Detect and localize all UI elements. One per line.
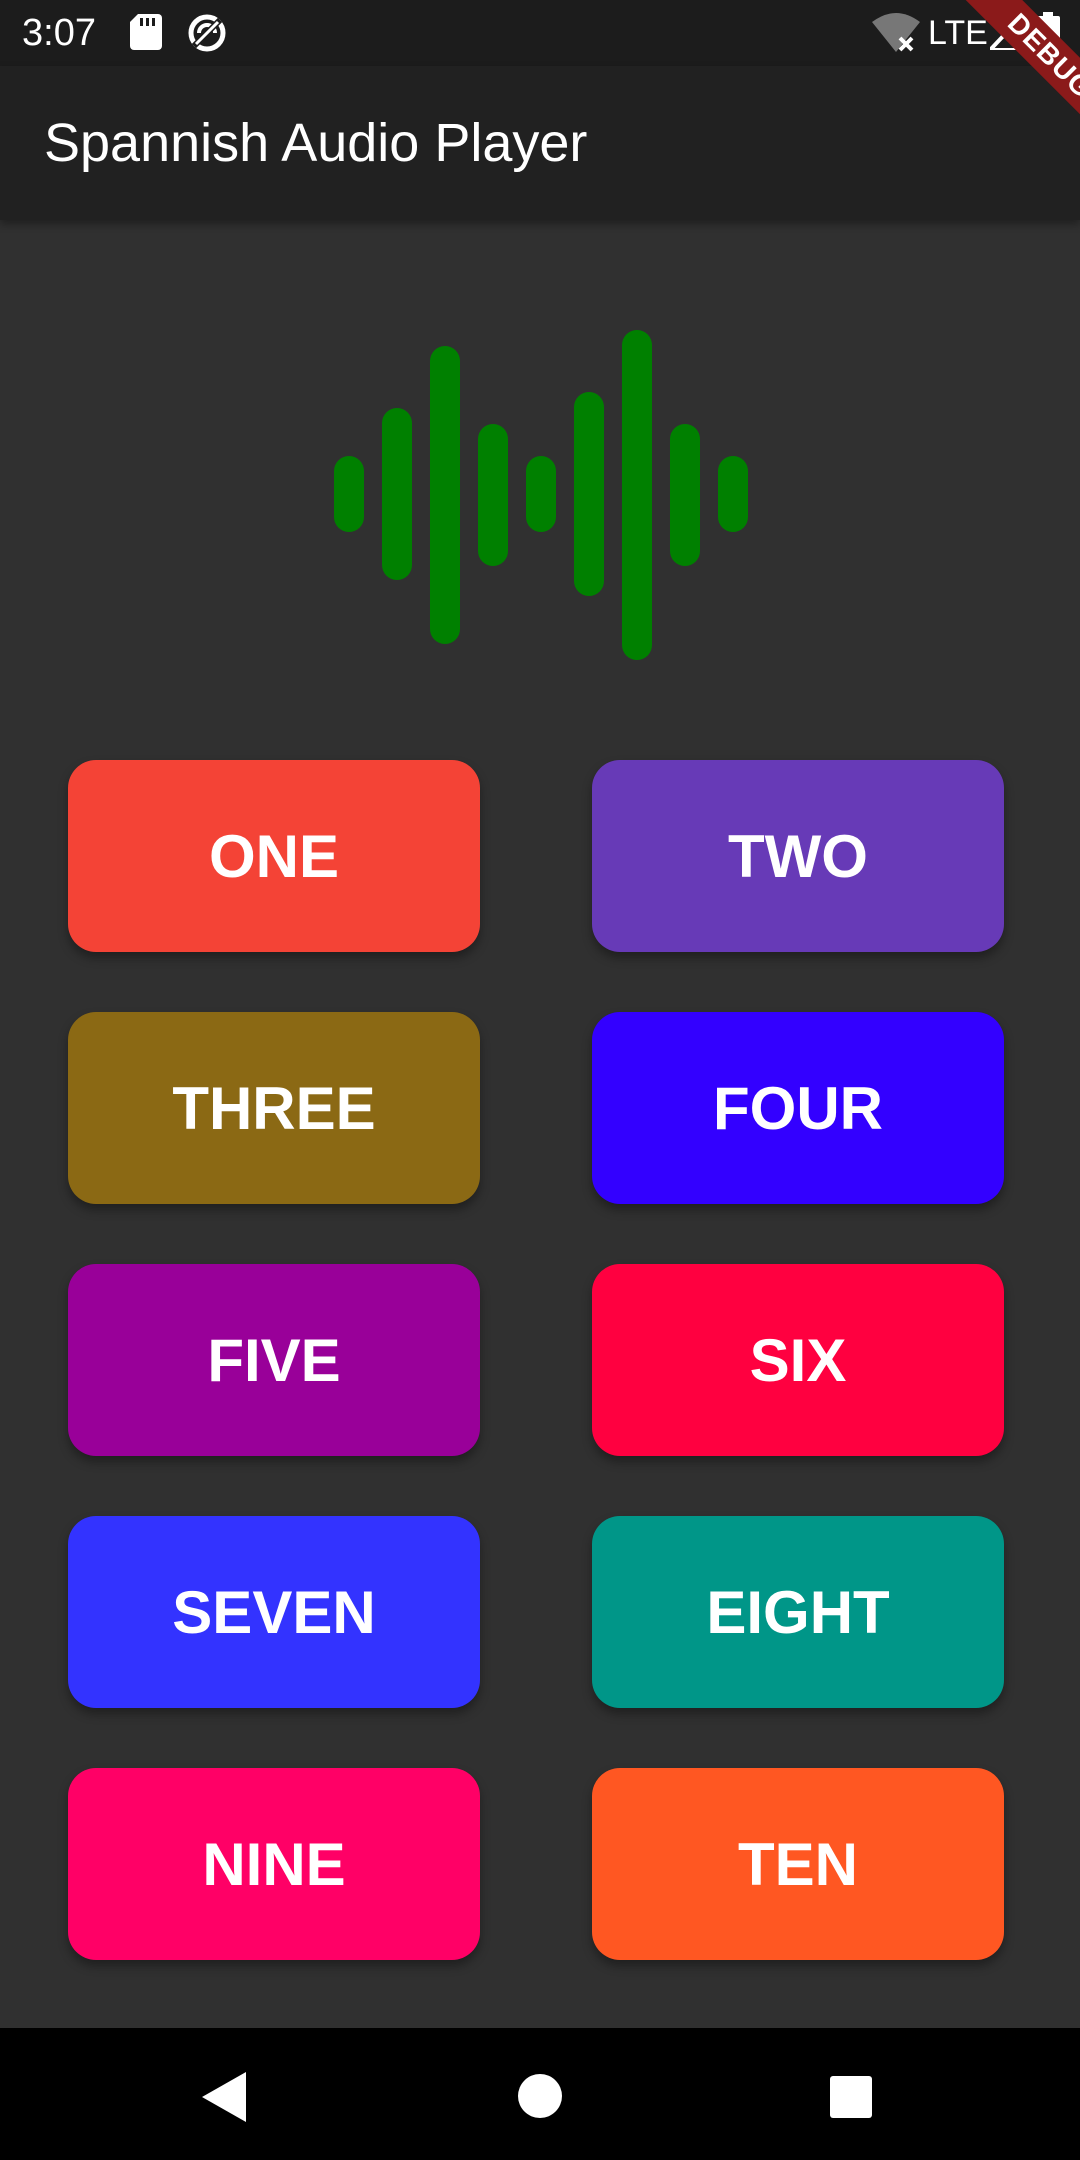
navigation-bar <box>0 2028 1080 2160</box>
wifi-icon <box>872 13 920 52</box>
sync-icon <box>188 14 226 52</box>
waveform-icon <box>334 330 748 660</box>
battery-icon <box>1036 12 1060 52</box>
app-bar: Spannish Audio Player <box>0 66 1080 220</box>
button-eight[interactable]: EIGHT <box>592 1516 1004 1708</box>
sd-card-icon <box>130 14 162 50</box>
button-four[interactable]: FOUR <box>592 1012 1004 1204</box>
home-icon[interactable] <box>518 2074 562 2118</box>
back-icon[interactable] <box>202 2072 246 2122</box>
network-type: LTE <box>928 14 988 52</box>
button-two[interactable]: TWO <box>592 760 1004 952</box>
button-ten[interactable]: TEN <box>592 1768 1004 1960</box>
button-one[interactable]: ONE <box>68 760 480 952</box>
signal-icon <box>990 14 1024 50</box>
button-six[interactable]: SIX <box>592 1264 1004 1456</box>
recents-icon[interactable] <box>830 2076 872 2118</box>
status-time: 3:07 <box>22 12 96 54</box>
button-three[interactable]: THREE <box>68 1012 480 1204</box>
app-title: Spannish Audio Player <box>44 113 588 173</box>
button-five[interactable]: FIVE <box>68 1264 480 1456</box>
status-bar: 3:07 LTE <box>0 0 1080 66</box>
button-nine[interactable]: NINE <box>68 1768 480 1960</box>
button-seven[interactable]: SEVEN <box>68 1516 480 1708</box>
